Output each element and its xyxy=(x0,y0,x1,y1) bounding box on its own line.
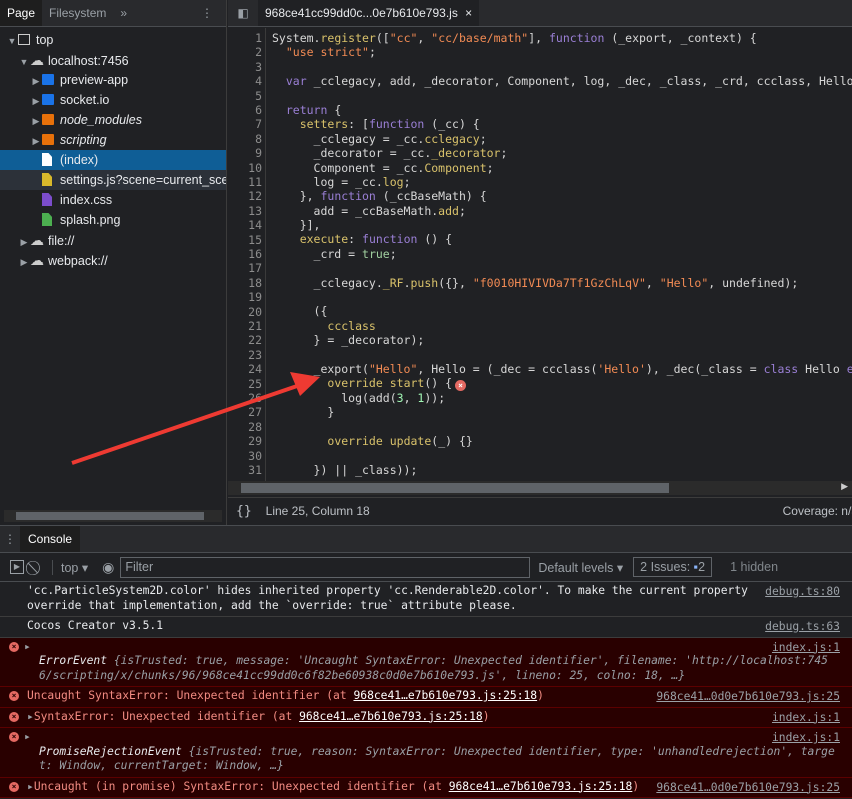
object-type: ErrorEvent xyxy=(39,654,108,667)
expand-arrow-icon[interactable]: ▸ xyxy=(27,710,34,723)
hidden-count: 1 hidden xyxy=(730,560,779,574)
annotation-arrow-shaft xyxy=(71,383,301,465)
console-toolbar: ▶ ⃠ top ▾ ◉ Filter Default levels ▾ 2 Is… xyxy=(0,553,852,582)
error-icon: × xyxy=(9,732,19,742)
drawer-menu-icon[interactable]: ⋮ xyxy=(0,532,20,546)
issues-count: 2 xyxy=(698,560,706,574)
error-icon: × xyxy=(9,781,19,792)
console-message[interactable]: 'cc.ParticleSystem2D.color' hides inheri… xyxy=(0,582,852,617)
live-expression-eye-icon[interactable]: ◉ xyxy=(102,559,114,576)
annotation-arrow-head xyxy=(290,372,320,396)
message-text: 'cc.ParticleSystem2D.color' hides inheri… xyxy=(27,584,755,612)
message-source-link[interactable]: index.js:1 xyxy=(772,731,840,746)
console-message[interactable]: × ▸Uncaught (in promise) SyntaxError: Une… xyxy=(0,777,852,798)
sidebar-toggle-icon[interactable]: ▶ xyxy=(10,560,24,574)
message-source-link[interactable]: 968ce41…0d0e7b610e793.js:25 xyxy=(656,690,840,705)
log-levels-dropdown[interactable]: Default levels ▾ xyxy=(538,560,623,575)
tab-console[interactable]: Console xyxy=(20,526,81,552)
source-link[interactable]: 968ce41…e7b610e793.js:25:18 xyxy=(299,710,483,723)
console-message[interactable]: Cocos Creator v3.5.1 debug.ts:63 xyxy=(0,617,852,638)
error-icon: × xyxy=(9,711,19,722)
source-link[interactable]: 968ce41…e7b610e793.js:25:18 xyxy=(353,689,537,702)
message-tail: ) xyxy=(632,779,640,793)
console-message[interactable]: × ▸SyntaxError: Unexpected identifier (at… xyxy=(0,707,852,728)
issues-label: 2 Issues: xyxy=(640,560,691,574)
message-text: Uncaught (in promise) SyntaxError: Unexp… xyxy=(33,779,449,793)
error-icon: × xyxy=(9,641,19,652)
console-messages: 'cc.ParticleSystem2D.color' hides inheri… xyxy=(0,582,852,798)
filter-input[interactable]: Filter xyxy=(120,556,531,578)
message-source-link[interactable]: 968ce41…0d0e7b610e793.js:25 xyxy=(656,781,840,796)
expand-arrow-icon[interactable]: ▸ xyxy=(27,780,34,793)
message-text: SyntaxError: Unexpected identifier (at xyxy=(33,709,300,723)
message-source-link[interactable]: debug.ts:63 xyxy=(765,620,840,635)
source-link[interactable]: 968ce41…e7b610e793.js:25:18 xyxy=(449,780,633,793)
event-object[interactable]: ErrorEvent {isTrusted: true, message: 'U… xyxy=(27,654,840,683)
object-preview: {isTrusted: true, message: 'Uncaught Syn… xyxy=(39,654,828,682)
message-source-link[interactable]: index.js:1 xyxy=(772,711,840,726)
drawer-tabbar: ⋮ Console xyxy=(0,526,852,553)
context-selector[interactable]: top ▾ xyxy=(52,559,88,575)
object-type: PromiseRejectionEvent xyxy=(39,744,182,758)
message-tail: ) xyxy=(482,709,490,723)
console-message[interactable]: × ▸ PromiseRejectionEvent {isTrusted: true… xyxy=(0,728,852,778)
console-message[interactable]: × ▸ ErrorEvent {isTrusted: true, message: … xyxy=(0,637,852,687)
message-tail: ) xyxy=(537,689,544,702)
message-text: Uncaught SyntaxError: Unexpected identif… xyxy=(27,689,354,702)
error-icon: × xyxy=(9,691,19,701)
context-label: top xyxy=(61,560,79,575)
console-drawer: ⋮ Console ▶ ⃠ top ▾ ◉ Filter Default lev… xyxy=(0,525,852,799)
console-message[interactable]: × Uncaught SyntaxError: Unexpected identi… xyxy=(0,687,852,708)
message-source-link[interactable]: debug.ts:80 xyxy=(765,585,840,600)
expand-arrow-icon[interactable]: ▸ xyxy=(24,730,840,745)
expand-arrow-icon[interactable]: ▸ xyxy=(24,640,840,655)
issues-button[interactable]: 2 Issues: ▪2 xyxy=(633,557,713,577)
event-object[interactable]: PromiseRejectionEvent {isTrusted: true, … xyxy=(27,745,840,774)
message-source-link[interactable]: index.js:1 xyxy=(772,641,840,656)
message-text: Cocos Creator v3.5.1 xyxy=(27,619,164,632)
